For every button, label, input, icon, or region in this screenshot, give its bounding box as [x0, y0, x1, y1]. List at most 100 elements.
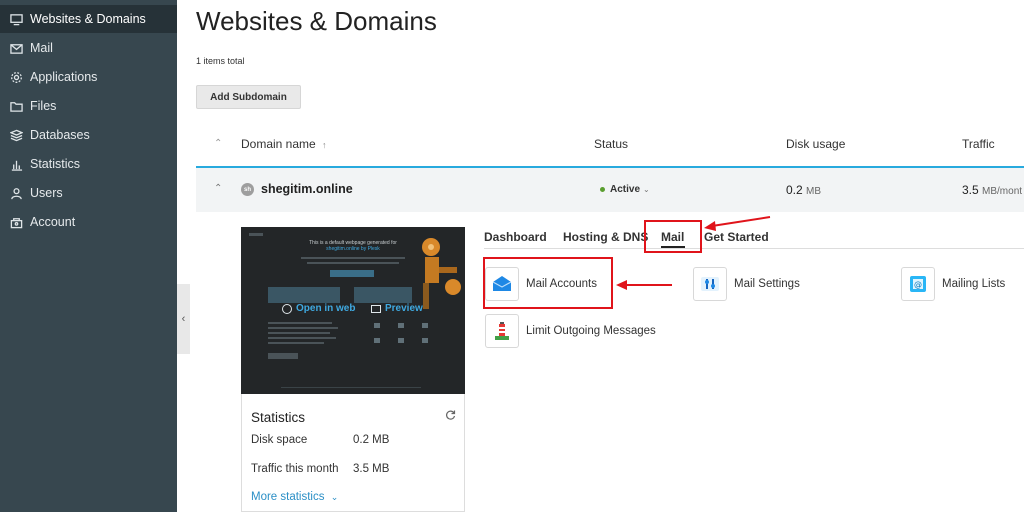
- sidebar-item-label: Users: [30, 186, 63, 200]
- sidebar-item-label: Account: [30, 215, 76, 229]
- sidebar-item-account[interactable]: Account: [0, 208, 177, 236]
- preview-grid-icon: [398, 338, 404, 343]
- website-preview-thumbnail[interactable]: This is a default webpage generated for …: [241, 227, 465, 394]
- refresh-icon[interactable]: [444, 409, 456, 421]
- tabs-divider: [484, 248, 1024, 249]
- preview-button[interactable]: Preview: [371, 303, 423, 314]
- status-label: Active: [610, 184, 641, 195]
- disk-space-value: 0.2 MB: [353, 434, 390, 446]
- chevron-up-icon[interactable]: ⌃: [214, 183, 222, 194]
- open-in-web-button[interactable]: Open in web: [282, 303, 355, 314]
- preview-small-button: [268, 353, 298, 359]
- tab-hosting-dns[interactable]: Hosting & DNS: [563, 230, 648, 244]
- tab-dashboard[interactable]: Dashboard: [484, 230, 547, 244]
- preview-login-button: [330, 270, 374, 277]
- mailing-lists-tool[interactable]: @ Mailing Lists: [901, 267, 1005, 301]
- arrow-to-mail-accounts: [616, 280, 672, 290]
- more-statistics-label: More statistics: [251, 491, 325, 503]
- preview-card: [268, 287, 340, 303]
- sidebar-item-label: Applications: [30, 70, 98, 84]
- mailing-lists-label: Mailing Lists: [942, 278, 1006, 290]
- add-subdomain-button[interactable]: Add Subdomain: [196, 85, 301, 109]
- sidebar-item-label: Statistics: [30, 157, 81, 171]
- chevron-down-icon: ⌄: [643, 185, 650, 194]
- column-disk-usage[interactable]: Disk usage: [786, 137, 845, 151]
- chevron-down-icon: ⌄: [330, 492, 339, 502]
- mail-settings-icon: [693, 267, 727, 301]
- mail-settings-label: Mail Settings: [734, 278, 800, 290]
- sidebar-item-users[interactable]: Users: [0, 179, 177, 207]
- database-icon: [9, 128, 23, 142]
- status-dot-icon: [600, 187, 605, 192]
- preview-grid-icon: [422, 338, 428, 343]
- bar-chart-icon: [9, 157, 23, 171]
- sort-arrow-icon: ↑: [322, 140, 327, 150]
- sidebar-item-label: Databases: [30, 128, 90, 142]
- svg-text:@: @: [914, 280, 922, 289]
- mail-icon: [9, 41, 23, 55]
- mailing-lists-icon: @: [901, 267, 935, 301]
- preview-heading: This is a default webpage generated for …: [293, 240, 413, 252]
- disk-space-label: Disk space: [251, 434, 308, 446]
- column-domain-name[interactable]: Domain name ↑: [241, 137, 327, 151]
- preview-card: [354, 287, 412, 303]
- items-total: 1 items total: [196, 56, 245, 66]
- preview-text-line: [301, 257, 405, 259]
- globe-icon: [282, 303, 292, 314]
- gear-icon: [9, 70, 23, 84]
- preview-text-line: [268, 327, 338, 329]
- traffic-value: 3.5 MB/mont: [962, 183, 1022, 197]
- limit-outgoing-tool[interactable]: Limit Outgoing Messages: [485, 314, 656, 348]
- domain-favicon-icon: sh: [241, 183, 254, 196]
- collapse-all-icon[interactable]: ⌃: [214, 138, 222, 149]
- preview-text-line: [268, 337, 336, 339]
- status-dropdown[interactable]: Active ⌄: [600, 184, 650, 195]
- sidebar-collapse-handle[interactable]: ‹: [177, 284, 190, 354]
- preview-grid-icon: [374, 338, 380, 343]
- lighthouse-icon: [485, 314, 519, 348]
- disk-usage-number: 0.2: [786, 183, 803, 197]
- monitor-icon: [9, 12, 23, 26]
- open-in-web-label: Open in web: [296, 303, 356, 314]
- sidebar-item-files[interactable]: Files: [0, 92, 177, 120]
- sidebar-item-websites-domains[interactable]: Websites & Domains: [0, 5, 177, 33]
- page-title: Websites & Domains: [196, 6, 437, 36]
- sidebar-item-label: Websites & Domains: [30, 12, 146, 26]
- preview-grid-icon: [398, 323, 404, 328]
- preview-footer-line: [281, 387, 421, 388]
- sidebar-item-mail[interactable]: Mail: [0, 34, 177, 62]
- sidebar-item-applications[interactable]: Applications: [0, 63, 177, 91]
- traffic-month-label: Traffic this month: [251, 463, 339, 475]
- sidebar-item-statistics[interactable]: Statistics: [0, 150, 177, 178]
- traffic-month-value: 3.5 MB: [353, 463, 390, 475]
- disk-usage-value: 0.2 MB: [786, 183, 821, 197]
- preview-grid-icon: [422, 323, 428, 328]
- preview-heading-line2: shegitim.online by Plesk: [326, 246, 380, 252]
- preview-text-line: [268, 342, 324, 344]
- sidebar-item-label: Mail: [30, 41, 53, 55]
- preview-logo: [249, 233, 263, 236]
- arrow-to-mail-tab: [704, 216, 771, 231]
- sidebar-item-databases[interactable]: Databases: [0, 121, 177, 149]
- preview-text-line: [307, 262, 399, 264]
- account-icon: [9, 215, 23, 229]
- statistics-title: Statistics: [251, 410, 306, 425]
- column-traffic[interactable]: Traffic: [962, 137, 995, 151]
- preview-label: Preview: [385, 303, 423, 314]
- traffic-number: 3.5: [962, 183, 979, 197]
- column-domain-name-label: Domain name: [241, 137, 316, 151]
- more-statistics-link[interactable]: More statistics ⌄: [251, 491, 338, 503]
- domain-name-link[interactable]: shegitim.online: [261, 182, 353, 196]
- limit-outgoing-label: Limit Outgoing Messages: [526, 325, 656, 337]
- tab-get-started[interactable]: Get Started: [704, 230, 769, 244]
- screen-icon: [371, 304, 381, 313]
- mail-settings-tool[interactable]: Mail Settings: [693, 267, 800, 301]
- user-icon: [9, 186, 23, 200]
- traffic-unit: MB/mont: [982, 186, 1023, 197]
- chevron-left-icon: ‹: [181, 313, 186, 325]
- column-status[interactable]: Status: [594, 137, 628, 151]
- highlight-mail-accounts: [483, 257, 613, 309]
- preview-text-line: [268, 332, 330, 334]
- folder-icon: [9, 99, 23, 113]
- sidebar: Websites & Domains Mail Applications Fil…: [0, 0, 177, 512]
